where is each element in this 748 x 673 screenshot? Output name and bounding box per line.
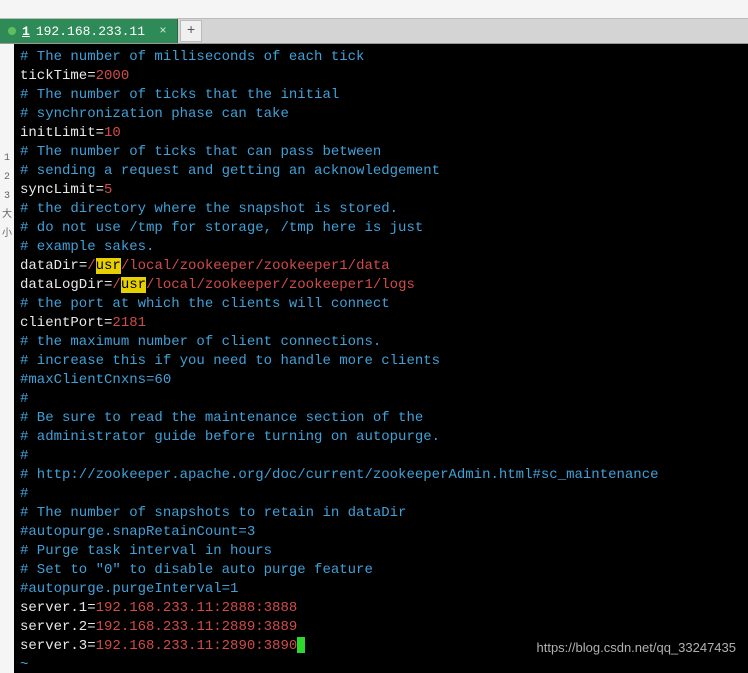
code-line: # do not use /tmp for storage, /tmp here… (20, 219, 742, 238)
code-line: ~ (20, 656, 742, 673)
code-line: # increase this if you need to handle mo… (20, 352, 742, 371)
code-line: dataLogDir=/usr/local/zookeeper/zookeepe… (20, 276, 742, 295)
code-line: # The number of ticks that the initial (20, 86, 742, 105)
status-dot-icon (8, 27, 16, 35)
code-line: # the maximum number of client connectio… (20, 333, 742, 352)
code-line: #maxClientCnxns=60 (20, 371, 742, 390)
breadcrumb-area (0, 0, 748, 18)
gutter-marker: 3 (4, 187, 10, 206)
gutter-marker: 2 (4, 168, 10, 187)
code-line: tickTime=2000 (20, 67, 742, 86)
code-line: # synchronization phase can take (20, 105, 742, 124)
code-line: # sending a request and getting an ackno… (20, 162, 742, 181)
code-line: syncLimit=5 (20, 181, 742, 200)
cursor (297, 637, 305, 653)
code-line: # The number of snapshots to retain in d… (20, 504, 742, 523)
gutter-marker: 大 (2, 206, 12, 225)
tab-index: 1 (22, 24, 30, 39)
left-gutter: 123大小 (0, 44, 14, 673)
code-line: server.1=192.168.233.11:2888:3888 (20, 599, 742, 618)
code-line: # administrator guide before turning on … (20, 428, 742, 447)
code-line: clientPort=2181 (20, 314, 742, 333)
code-line: # Purge task interval in hours (20, 542, 742, 561)
gutter-marker: 小 (2, 225, 12, 244)
code-line: # (20, 447, 742, 466)
code-line: initLimit=10 (20, 124, 742, 143)
code-line: server.2=192.168.233.11:2889:3889 (20, 618, 742, 637)
watermark: https://blog.csdn.net/qq_33247435 (537, 640, 737, 655)
code-line: # the port at which the clients will con… (20, 295, 742, 314)
gutter-marker: 1 (4, 149, 10, 168)
code-line: #autopurge.snapRetainCount=3 (20, 523, 742, 542)
code-line: dataDir=/usr/local/zookeeper/zookeeper1/… (20, 257, 742, 276)
tab-bar: 1 192.168.233.11 × + (0, 18, 748, 44)
code-line: # Set to "0" to disable auto purge featu… (20, 561, 742, 580)
tab-host: 192.168.233.11 (36, 24, 145, 39)
code-line: # the directory where the snapshot is st… (20, 200, 742, 219)
terminal-editor[interactable]: # The number of milliseconds of each tic… (14, 44, 748, 673)
code-line: # The number of ticks that can pass betw… (20, 143, 742, 162)
code-line: # http://zookeeper.apache.org/doc/curren… (20, 466, 742, 485)
close-icon[interactable]: × (155, 23, 171, 39)
code-line: # example sakes. (20, 238, 742, 257)
code-line: # (20, 390, 742, 409)
code-line: #autopurge.purgeInterval=1 (20, 580, 742, 599)
code-line: # (20, 485, 742, 504)
code-line: # Be sure to read the maintenance sectio… (20, 409, 742, 428)
tab-session-1[interactable]: 1 192.168.233.11 × (0, 19, 178, 43)
code-line: # The number of milliseconds of each tic… (20, 48, 742, 67)
new-tab-button[interactable]: + (180, 20, 202, 42)
